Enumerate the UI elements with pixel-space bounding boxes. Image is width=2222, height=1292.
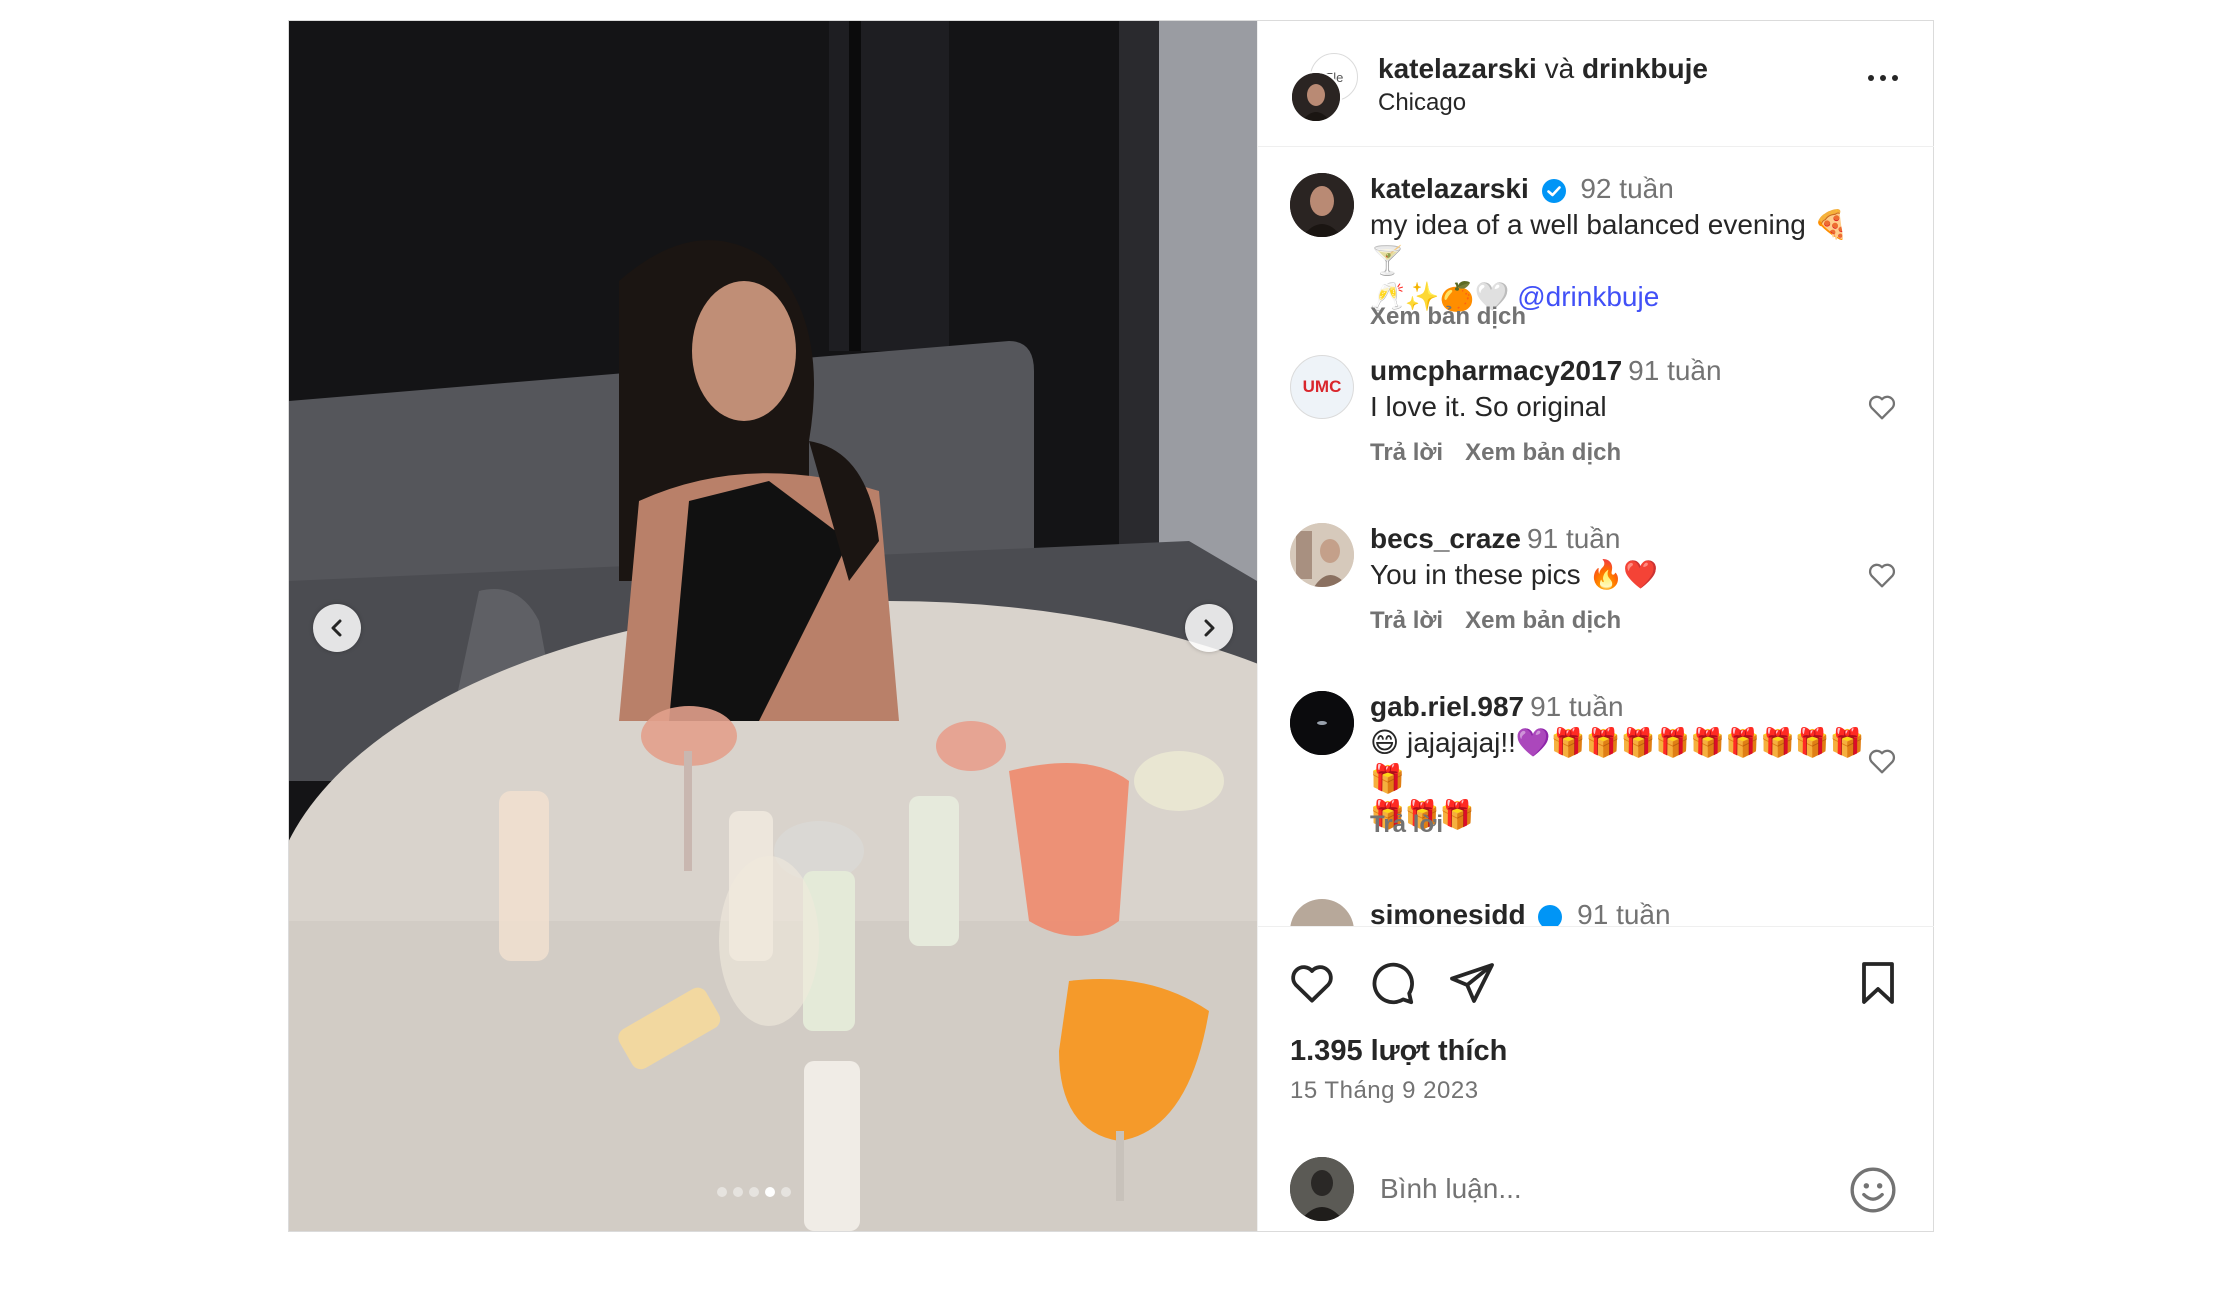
verified-badge-icon [1538,904,1563,926]
post-dialog: Ele katelazarski và drinkbuje Chicago ka… [288,20,1934,1232]
comment-text-line-1: 😄 jajajajaj!!💜🎁🎁🎁🎁🎁🎁🎁🎁🎁🎁 [1370,727,1865,794]
post-date[interactable]: 15 Tháng 9 2023 [1290,1077,1479,1105]
comment-username[interactable]: gab.riel.987 [1370,691,1524,722]
comment-time[interactable]: 91 tuần [1577,899,1670,926]
comment-avatar[interactable] [1290,899,1354,926]
post-info-panel: Ele katelazarski và drinkbuje Chicago ka… [1257,21,1934,1231]
carousel-dot [717,1187,727,1197]
chevron-right-icon [1204,619,1215,637]
comment-icon[interactable] [1368,959,1416,1007]
carousel-indicator [717,1187,791,1197]
more-options-button[interactable] [1868,75,1898,81]
carousel-dot [749,1187,759,1197]
comment-like-heart-icon[interactable] [1866,391,1898,423]
comment-header: becs_craze 91 tuần [1370,523,1620,555]
verified-badge-icon [1541,178,1566,203]
carousel-prev-button[interactable] [313,604,361,652]
post-media[interactable] [289,21,1257,1231]
post-authors: katelazarski và drinkbuje [1378,53,1708,85]
comment-translate-link[interactable]: Xem bản dịch [1465,607,1621,634]
author-username[interactable]: katelazarski [1378,53,1537,84]
post-photo [289,21,1257,1231]
current-user-avatar-image [1290,1157,1354,1221]
chevron-left-icon [331,619,342,637]
share-icon[interactable] [1448,959,1496,1007]
author-avatar-image [1292,73,1340,121]
comment-username[interactable]: simonesidd [1370,899,1526,926]
caption-time[interactable]: 92 tuần [1580,173,1673,204]
caption-translate-link[interactable]: Xem bản dịch [1370,303,1526,330]
comment-avatar-image [1290,523,1354,587]
collaborator-username[interactable]: drinkbuje [1582,53,1708,84]
post-location[interactable]: Chicago [1378,89,1466,117]
comment-avatar[interactable]: UMC [1290,355,1354,419]
comment-username[interactable]: becs_craze [1370,523,1521,554]
more-dot [1880,75,1886,81]
comment-time[interactable]: 91 tuần [1530,691,1623,722]
comment-reply-link[interactable]: Trả lời [1370,811,1443,838]
comment-reply-link[interactable]: Trả lời [1370,439,1443,466]
carousel-dot [733,1187,743,1197]
heart-icon[interactable] [1288,959,1336,1007]
caption-avatar-image [1290,173,1354,237]
comment-time[interactable]: 91 tuần [1628,355,1721,386]
comment-username[interactable]: umcpharmacy2017 [1370,355,1622,386]
comment-avatar-text: UMC [1302,377,1342,396]
comment-header: gab.riel.987 91 tuần [1370,691,1624,723]
caption-actions: Xem bản dịch [1370,303,1548,331]
carousel-dot [781,1187,791,1197]
more-dot [1892,75,1898,81]
comment-text: You in these pics 🔥❤️ [1370,559,1659,590]
author-avatar[interactable] [1290,71,1342,123]
comment-like-heart-icon[interactable] [1866,559,1898,591]
comment-composer [1258,1149,1934,1229]
comment-actions: Trả lời Xem bản dịch [1370,439,1643,467]
comment-avatar-image [1290,691,1354,755]
post-actions: 1.395 lượt thích 15 Tháng 9 2023 [1258,927,1934,1231]
authors-conjunction: và [1544,53,1575,84]
caption-line-1: my idea of a well balanced evening 🍕🍸 [1370,209,1849,276]
comments-list[interactable]: katelazarski 92 tuần my idea of a well b… [1258,147,1934,927]
comment-input[interactable] [1378,1165,1822,1213]
comment-time[interactable]: 91 tuần [1527,523,1620,554]
comment-avatar[interactable] [1290,691,1354,755]
comment-actions: Trả lời Xem bản dịch [1370,607,1643,635]
comment-header: simonesidd 91 tuần [1370,899,1671,926]
caption-username[interactable]: katelazarski [1370,173,1529,204]
carousel-next-button[interactable] [1185,604,1233,652]
comment-avatar[interactable] [1290,523,1354,587]
current-user-avatar[interactable] [1290,1157,1354,1221]
caption-header: katelazarski 92 tuần [1370,173,1674,205]
comment-translate-link[interactable]: Xem bản dịch [1465,439,1621,466]
post-header: Ele katelazarski và drinkbuje Chicago [1258,21,1934,147]
comment-text: I love it. So original [1370,391,1607,422]
comment-actions: Trả lời [1370,811,1465,839]
likes-count[interactable]: 1.395 lượt thích [1290,1035,1507,1068]
caption-text: my idea of a well balanced evening 🍕🍸 🥂✨… [1370,207,1880,315]
carousel-dot-active [765,1187,775,1197]
comment-header: umcpharmacy2017 91 tuần [1370,355,1722,387]
emoji-icon[interactable] [1848,1165,1898,1215]
bookmark-icon[interactable] [1854,959,1902,1007]
more-dot [1868,75,1874,81]
comment-reply-link[interactable]: Trả lời [1370,607,1443,634]
comment-like-heart-icon[interactable] [1866,745,1898,777]
caption-author-avatar[interactable] [1290,173,1354,237]
